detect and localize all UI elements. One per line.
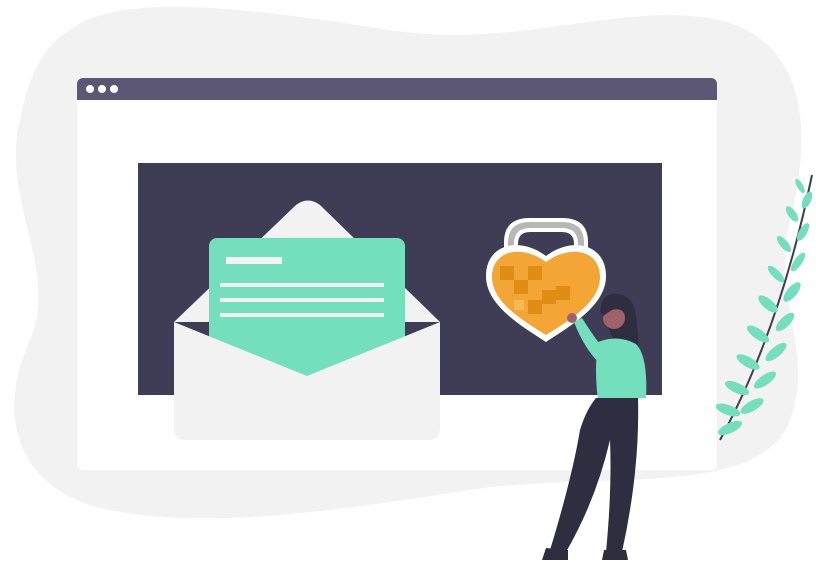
lock-pixel bbox=[542, 290, 556, 304]
person-right-shoe bbox=[602, 550, 628, 560]
lock-pixel bbox=[500, 266, 514, 280]
lock-pixel bbox=[528, 300, 542, 314]
letter-text-line bbox=[220, 313, 384, 317]
lock-pixel bbox=[556, 286, 570, 300]
person-left-shoe bbox=[542, 548, 568, 560]
leaf bbox=[801, 191, 813, 209]
letter-heading-line bbox=[226, 257, 282, 264]
lock-pixel bbox=[514, 300, 524, 310]
letter-text-line bbox=[220, 283, 384, 287]
letter-text-line bbox=[220, 298, 384, 302]
browser-titlebar bbox=[77, 78, 717, 100]
person-torso bbox=[596, 338, 647, 400]
security-email-illustration bbox=[14, 6, 813, 560]
lock-pixel bbox=[528, 266, 542, 280]
window-dot-icon[interactable] bbox=[98, 85, 106, 93]
window-dot-icon[interactable] bbox=[110, 85, 118, 93]
person-hand bbox=[567, 313, 577, 323]
lock-pixel bbox=[514, 280, 528, 294]
window-dot-icon[interactable] bbox=[86, 85, 94, 93]
